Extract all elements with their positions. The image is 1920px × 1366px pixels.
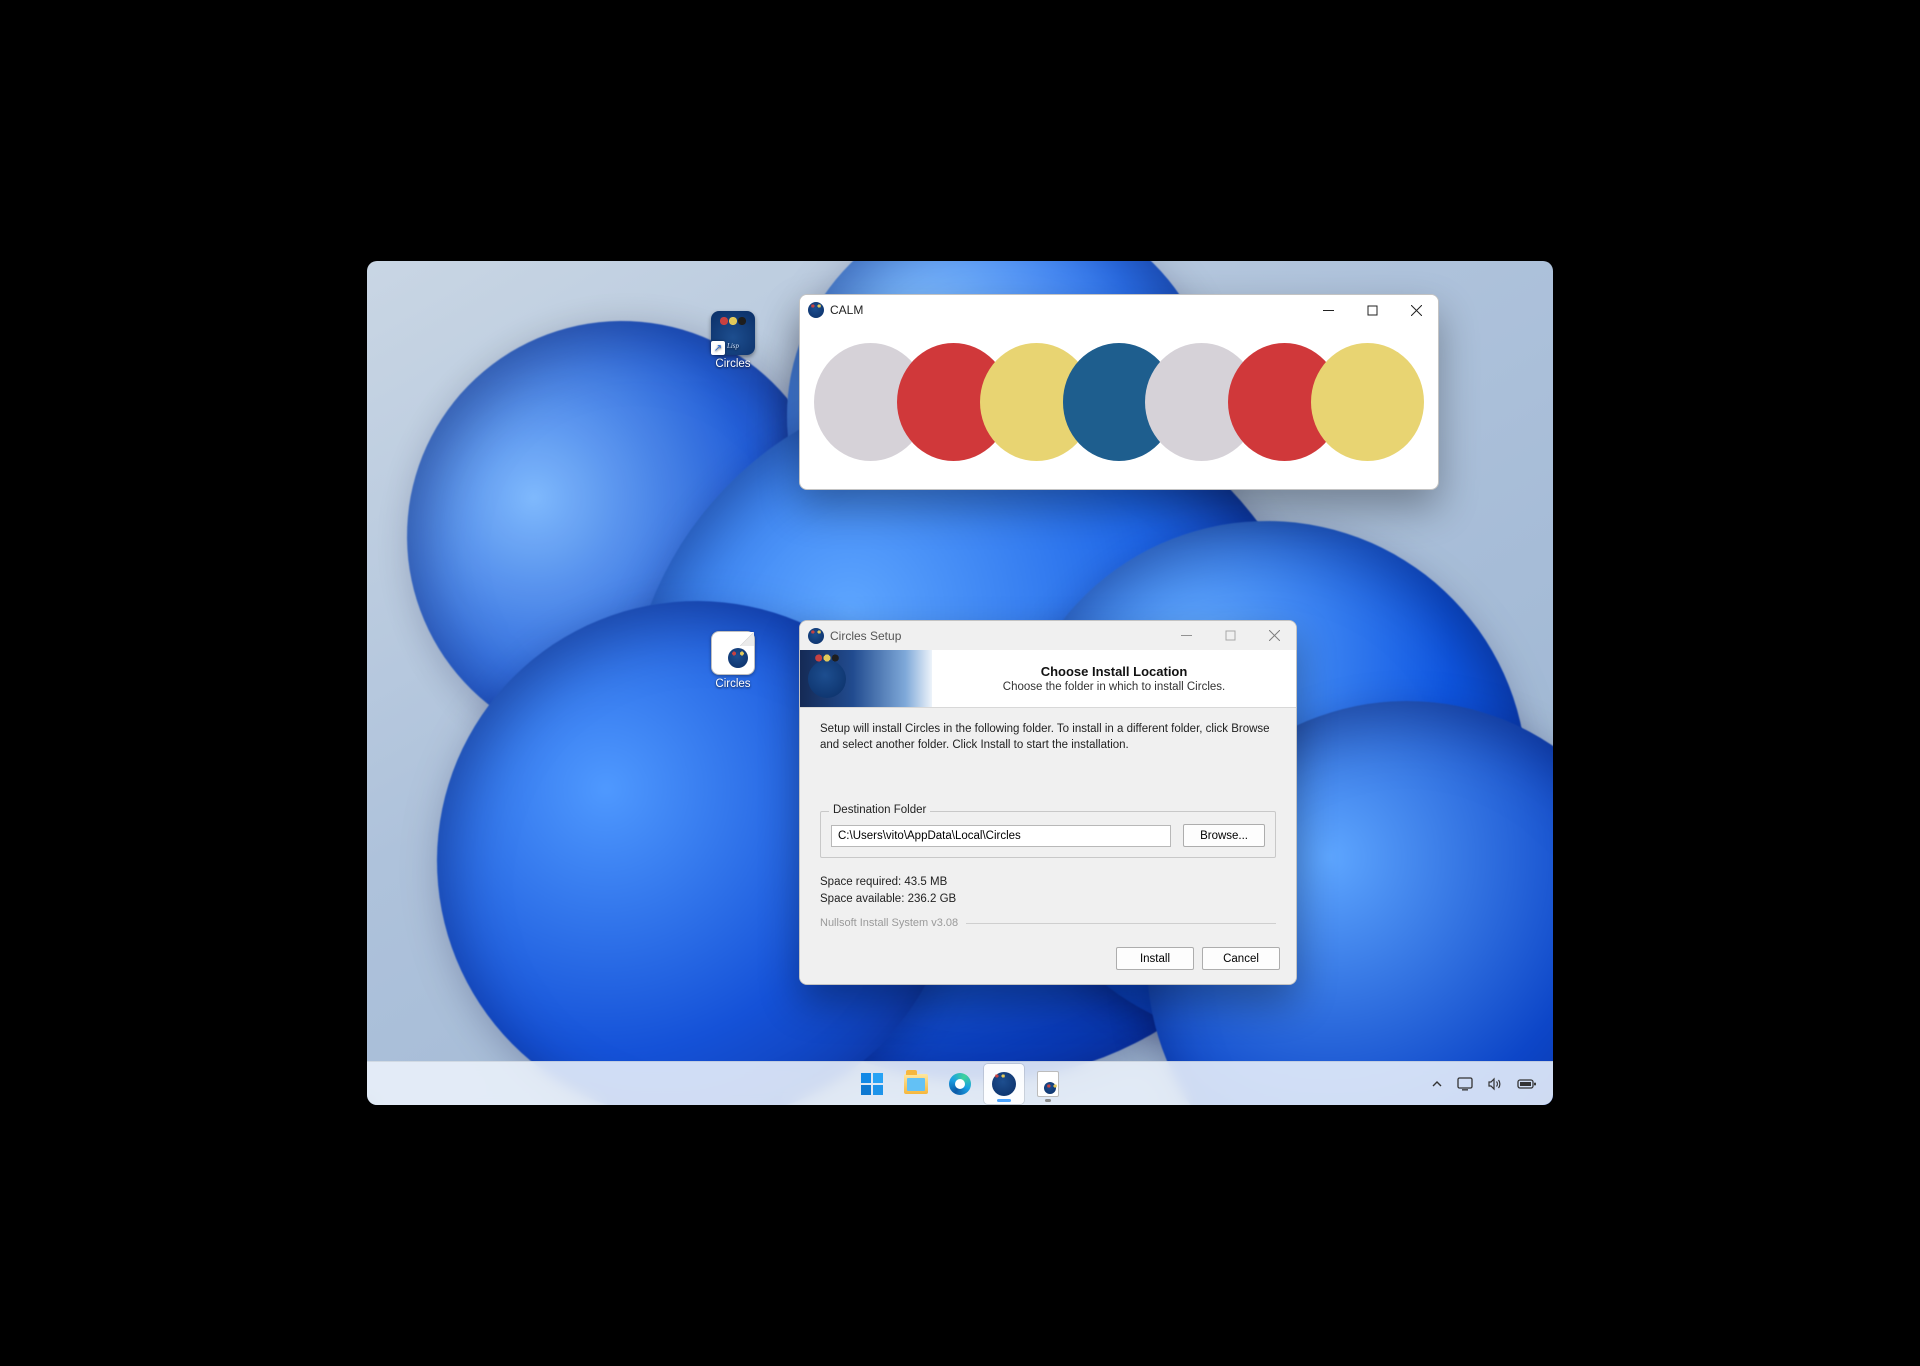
space-available: Space available: 236.2 GB [820, 891, 1276, 908]
taskbar [367, 1061, 1553, 1105]
start-button[interactable] [852, 1064, 892, 1104]
calm-titlebar[interactable]: CALM [800, 295, 1438, 325]
desktop-icon-label: Circles [697, 358, 769, 370]
circles-app-icon: ↗ [711, 311, 755, 355]
browse-button[interactable]: Browse... [1183, 824, 1265, 847]
shortcut-overlay-icon: ↗ [711, 341, 725, 355]
tray-battery-icon[interactable] [1517, 1078, 1537, 1090]
edge-browser-icon [949, 1073, 971, 1095]
installer-titlebar[interactable]: Circles Setup [800, 621, 1296, 650]
space-required: Space required: 43.5 MB [820, 874, 1276, 891]
desktop-icon-circles-installer[interactable]: Circles [697, 631, 769, 690]
windows-start-icon [861, 1073, 883, 1095]
installer-description: Setup will install Circles in the follow… [820, 722, 1276, 753]
install-button[interactable]: Install [1116, 947, 1194, 970]
calm-app-icon [808, 302, 824, 318]
nsis-version: Nullsoft Install System v3.08 [820, 917, 958, 929]
installer-file-icon [711, 631, 755, 675]
circle-yellow [1311, 343, 1424, 461]
calm-window-title: CALM [830, 303, 863, 317]
installer-app-icon [808, 628, 824, 644]
calm-window: CALM [799, 294, 1439, 490]
maximize-button[interactable] [1350, 295, 1394, 325]
installer-subheading: Choose the folder in which to install Ci… [1003, 681, 1225, 693]
desktop-icon-label: Circles [697, 678, 769, 690]
installer-brand-area [800, 650, 932, 707]
maximize-button [1208, 621, 1252, 650]
installer-brand-icon [808, 660, 846, 698]
installer-file-icon [1037, 1071, 1059, 1097]
close-button[interactable] [1394, 295, 1438, 325]
destination-path-input[interactable] [831, 825, 1171, 847]
circles-app-icon [992, 1072, 1016, 1096]
cancel-button[interactable]: Cancel [1202, 947, 1280, 970]
installer-window: Circles Setup Choose Install Location Ch… [799, 620, 1297, 985]
divider [966, 923, 1276, 924]
close-button[interactable] [1252, 621, 1296, 650]
taskbar-circles-app[interactable] [984, 1064, 1024, 1104]
destination-folder-label: Destination Folder [829, 804, 930, 816]
taskbar-circles-setup[interactable] [1028, 1064, 1068, 1104]
taskbar-explorer[interactable] [896, 1064, 936, 1104]
file-explorer-icon [904, 1074, 928, 1094]
tray-overflow-icon[interactable] [1431, 1078, 1443, 1090]
tray-volume-icon[interactable] [1487, 1077, 1503, 1091]
installer-window-title: Circles Setup [830, 629, 901, 643]
calm-canvas [800, 325, 1438, 489]
tray-cast-icon[interactable] [1457, 1077, 1473, 1091]
taskbar-edge[interactable] [940, 1064, 980, 1104]
desktop-icon-circles-shortcut[interactable]: ↗ Circles [697, 311, 769, 370]
destination-folder-group: Destination Folder Browse... [820, 811, 1276, 858]
minimize-button[interactable] [1164, 621, 1208, 650]
installer-heading: Choose Install Location [1041, 664, 1188, 679]
minimize-button[interactable] [1306, 295, 1350, 325]
